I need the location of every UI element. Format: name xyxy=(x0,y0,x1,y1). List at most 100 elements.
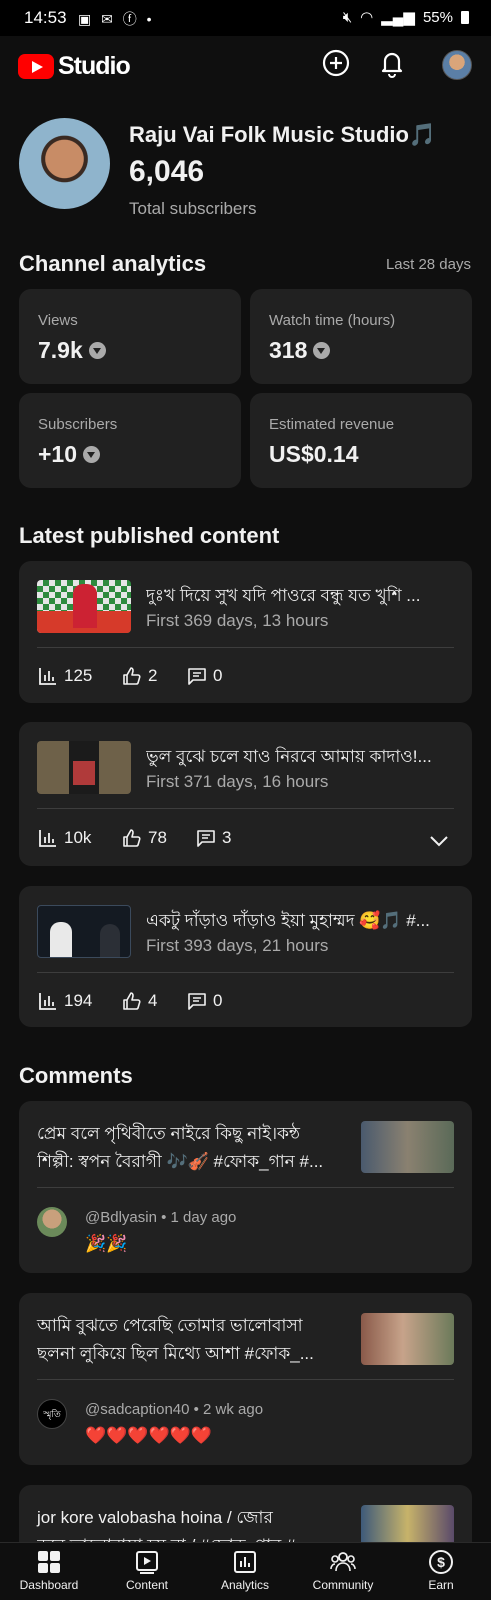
analytics-card-subscribers[interactable]: Subscribers +10 xyxy=(19,393,241,488)
nav-content[interactable]: Content xyxy=(102,1549,192,1592)
comment-video-thumbnail xyxy=(361,1121,454,1173)
nav-community[interactable]: Community xyxy=(298,1549,388,1592)
commenter-avatar[interactable] xyxy=(37,1207,67,1237)
earn-icon: $ xyxy=(429,1550,453,1574)
analytics-icon xyxy=(234,1551,256,1573)
video-thumbnail xyxy=(37,741,131,794)
video-period: First 371 days, 16 hours xyxy=(146,772,329,791)
views-metric: 125 xyxy=(38,666,92,686)
video-title-line: প্রেম বলে পৃথিবীতে নাইরে কিছু নাই।কন্ঠ xyxy=(37,1124,300,1143)
likes-count: 4 xyxy=(148,991,158,1010)
comments-metric: 3 xyxy=(196,828,231,848)
bar-chart-icon xyxy=(39,993,56,1010)
views-metric: 194 xyxy=(38,991,92,1011)
stat-label: Views xyxy=(38,312,78,329)
community-icon xyxy=(330,1552,356,1572)
notification-icons: ▣ ✉ ⓕ • xyxy=(78,11,155,27)
video-title: দুঃখ দিয়ে সুখ যদি পাওরে বন্ধু যত খুশি .… xyxy=(146,586,421,605)
account-avatar[interactable] xyxy=(442,50,472,80)
likes-count: 78 xyxy=(148,828,167,847)
comment-video-title: আমি বুঝতে পেরেছি তোমার ভালোবাসা ছলনা লুক… xyxy=(37,1312,337,1368)
channel-avatar[interactable] xyxy=(19,118,110,209)
divider xyxy=(37,1187,454,1188)
comment-card[interactable]: প্রেম বলে পৃথিবীতে নাইরে কিছু নাই।কন্ঠ শ… xyxy=(19,1101,472,1273)
trend-down-icon xyxy=(88,342,106,359)
battery-icon xyxy=(461,10,469,24)
comment-card[interactable]: আমি বুঝতে পেরেছি তোমার ভালোবাসা ছলনা লুক… xyxy=(19,1293,472,1465)
logo-text: Studio xyxy=(58,52,131,80)
comment-text: 🎉🎉 xyxy=(85,1234,128,1253)
nav-label: Earn xyxy=(428,1578,454,1592)
comment-icon xyxy=(188,993,206,1010)
comment-icon xyxy=(188,668,206,685)
commenter-avatar[interactable]: স্মৃতি xyxy=(37,1399,67,1429)
comments-count: 0 xyxy=(213,991,223,1010)
divider xyxy=(37,808,454,809)
divider xyxy=(37,647,454,648)
content-card[interactable]: একটু দাঁড়াও দাঁড়াও ইয়া মুহাম্মদ 🥰🎵 #.… xyxy=(19,886,472,1027)
video-thumbnail xyxy=(37,905,131,958)
comments-count: 0 xyxy=(213,666,223,685)
nav-label: Analytics xyxy=(220,1578,270,1592)
comment-author[interactable]: @sadcaption40 • 2 wk ago xyxy=(85,1401,263,1418)
latest-content-title: Latest published content xyxy=(19,523,280,548)
comments-metric: 0 xyxy=(187,991,222,1011)
analytics-period[interactable]: Last 28 days xyxy=(386,256,471,273)
views-metric: 10k xyxy=(38,828,91,848)
status-bar: 14:53 ▣ ✉ ⓕ • 🔇︎ ◠ ▂▄▆ 55% xyxy=(0,0,491,36)
analytics-card-views[interactable]: Views 7.9k xyxy=(19,289,241,384)
stat-label: Watch time (hours) xyxy=(269,312,396,329)
stat-label: Subscribers xyxy=(38,416,118,433)
notifications-bell-icon[interactable] xyxy=(377,48,407,78)
nav-dashboard[interactable]: Dashboard xyxy=(4,1549,94,1592)
create-plus-icon[interactable] xyxy=(321,48,351,78)
comment-video-thumbnail xyxy=(361,1313,454,1365)
comment-author[interactable]: @Bdlyasin • 1 day ago xyxy=(85,1209,236,1226)
dashboard-icon xyxy=(38,1551,60,1573)
analytics-card-watch-time[interactable]: Watch time (hours) 318 xyxy=(250,289,472,384)
system-icons: 🔇︎ ◠ ▂▄▆ 55% xyxy=(343,8,469,26)
signal-icon: ▂▄▆ xyxy=(381,9,415,26)
video-period: First 393 days, 21 hours xyxy=(146,936,329,955)
video-title-line: jor kore valobasha hoina / জোর xyxy=(37,1508,273,1527)
nav-analytics[interactable]: Analytics xyxy=(200,1549,290,1592)
analytics-card-revenue[interactable]: Estimated revenue US$0.14 xyxy=(250,393,472,488)
video-thumbnail xyxy=(37,580,131,633)
likes-metric: 4 xyxy=(122,991,157,1011)
subscriber-count: 6,046 xyxy=(129,155,205,188)
stat-value: 318 xyxy=(269,337,331,364)
video-title: ভুল বুঝে চলে যাও নিরবে আমায় কাদাও!... xyxy=(146,747,432,766)
nav-label: Content xyxy=(125,1578,169,1592)
video-title-line: আমি বুঝতে পেরেছি তোমার ভালোবাসা xyxy=(37,1316,303,1335)
nav-earn[interactable]: $ Earn xyxy=(396,1549,486,1592)
comment-text: ❤️❤️❤️❤️❤️❤️ xyxy=(85,1426,213,1445)
video-period: First 369 days, 13 hours xyxy=(146,611,329,630)
stat-value: 7.9k xyxy=(38,337,106,364)
views-count: 125 xyxy=(64,666,93,685)
wifi-icon: ◠ xyxy=(360,9,374,26)
analytics-title: Channel analytics xyxy=(19,251,207,276)
battery-level: 55% xyxy=(422,8,453,26)
content-card[interactable]: দুঃখ দিয়ে সুখ যদি পাওরে বন্ধু যত খুশি .… xyxy=(19,561,472,703)
bar-chart-icon xyxy=(39,830,56,847)
chevron-down-icon[interactable] xyxy=(429,834,449,848)
youtube-studio-logo[interactable]: Studio xyxy=(18,52,131,81)
stat-value: US$0.14 xyxy=(269,441,359,468)
views-count: 10k xyxy=(64,828,92,847)
video-title-line: শিল্পী: স্বপন বৈরাগী 🎶🎻 #ফোক_গান #... xyxy=(37,1152,324,1171)
app-header: Studio xyxy=(0,36,491,94)
comments-count: 3 xyxy=(222,828,232,847)
video-title-line: ছলনা লুকিয়ে ছিল মিথ্যে আশা #ফোক_... xyxy=(37,1344,314,1363)
content-card[interactable]: ভুল বুঝে চলে যাও নিরবে আমায় কাদাও!... F… xyxy=(19,722,472,866)
comment-video-title: প্রেম বলে পৃথিবীতে নাইরে কিছু নাই।কন্ঠ শ… xyxy=(37,1120,337,1176)
stat-number: +10 xyxy=(38,441,78,467)
svg-text:$: $ xyxy=(437,1554,445,1570)
mute-icon: 🔇︎ xyxy=(342,8,353,26)
bar-chart-icon xyxy=(39,668,56,685)
stat-number: 318 xyxy=(269,337,308,363)
trend-down-icon xyxy=(313,342,331,359)
nav-label: Dashboard xyxy=(19,1578,79,1592)
thumbs-up-icon xyxy=(123,829,141,847)
content-icon xyxy=(136,1551,158,1574)
thumbs-up-icon xyxy=(123,667,141,685)
